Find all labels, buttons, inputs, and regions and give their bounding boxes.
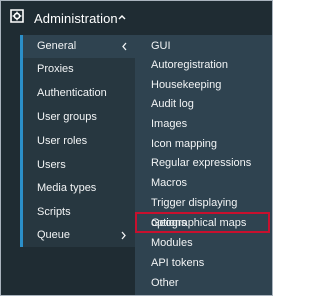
admin-menu-panel: Administration General Proxies Authentic… (0, 0, 273, 296)
submenu-item-label: Icon mapping (151, 138, 218, 150)
menu-item-label: Media types (37, 182, 97, 194)
menu-item-label: General (37, 40, 77, 52)
submenu-item-label: GUI (151, 40, 171, 52)
submenu-item-label: Housekeeping (151, 79, 222, 91)
submenu-item-label: API tokens (151, 257, 205, 269)
menu-item-scripts[interactable]: Scripts (23, 201, 135, 224)
admin-menu-title: Administration (34, 11, 118, 26)
menu-item-label: Scripts (37, 206, 71, 218)
submenu-item-images[interactable]: Images (135, 114, 272, 134)
gear-icon (10, 9, 24, 23)
submenu-item-api-tokens[interactable]: API tokens (135, 253, 272, 273)
menu-item-user-groups[interactable]: User groups (23, 106, 135, 129)
menu-item-label: User groups (37, 111, 97, 123)
submenu-item-label: Audit log (151, 98, 194, 110)
submenu-item-label: Regular expressions (151, 157, 252, 169)
menu-item-label: Queue (37, 229, 71, 241)
submenu-item-label: Modules (151, 237, 193, 249)
menu-item-label: Users (37, 159, 66, 171)
general-submenu: GUI Autoregistration Housekeeping Audit … (135, 35, 272, 295)
menu-item-queue[interactable]: Queue (23, 224, 135, 247)
admin-left-menu: General Proxies Authentication User grou… (23, 35, 135, 247)
submenu-item-trigger-displaying-options[interactable]: Trigger displaying options (135, 193, 272, 229)
menu-empty-area (20, 247, 135, 295)
menu-item-media-types[interactable]: Media types (23, 177, 135, 200)
menu-item-label: Proxies (37, 63, 74, 75)
submenu-item-label: Other (151, 277, 179, 289)
submenu-item-housekeeping[interactable]: Housekeeping (135, 75, 272, 95)
submenu-item-autoregistration[interactable]: Autoregistration (135, 55, 272, 75)
menu-item-label: Authentication (37, 87, 107, 99)
chevron-left-icon (122, 42, 127, 51)
submenu-item-regular-expressions[interactable]: Regular expressions (135, 153, 272, 173)
menu-item-label: User roles (37, 135, 88, 147)
menu-left-gutter (1, 35, 20, 295)
submenu-item-label: Images (151, 118, 188, 130)
menu-item-authentication[interactable]: Authentication (23, 82, 135, 105)
menu-item-user-roles[interactable]: User roles (23, 130, 135, 153)
menu-item-proxies[interactable]: Proxies (23, 58, 135, 81)
submenu-item-icon-mapping[interactable]: Icon mapping (135, 134, 272, 154)
submenu-item-macros[interactable]: Macros (135, 173, 272, 193)
submenu-item-modules[interactable]: Modules (135, 233, 272, 253)
submenu-item-label: Macros (151, 177, 188, 189)
menu-item-users[interactable]: Users (23, 154, 135, 177)
submenu-item-label: Autoregistration (151, 59, 229, 71)
highlight-box (135, 212, 270, 233)
submenu-item-other[interactable]: Other (135, 273, 272, 293)
submenu-item-gui[interactable]: GUI (135, 36, 272, 56)
chevron-right-icon (121, 231, 126, 240)
chevron-up-icon (118, 15, 126, 20)
admin-menu-header[interactable]: Administration (1, 1, 272, 35)
submenu-item-audit-log[interactable]: Audit log (135, 94, 272, 114)
menu-item-general[interactable]: General (23, 35, 135, 58)
